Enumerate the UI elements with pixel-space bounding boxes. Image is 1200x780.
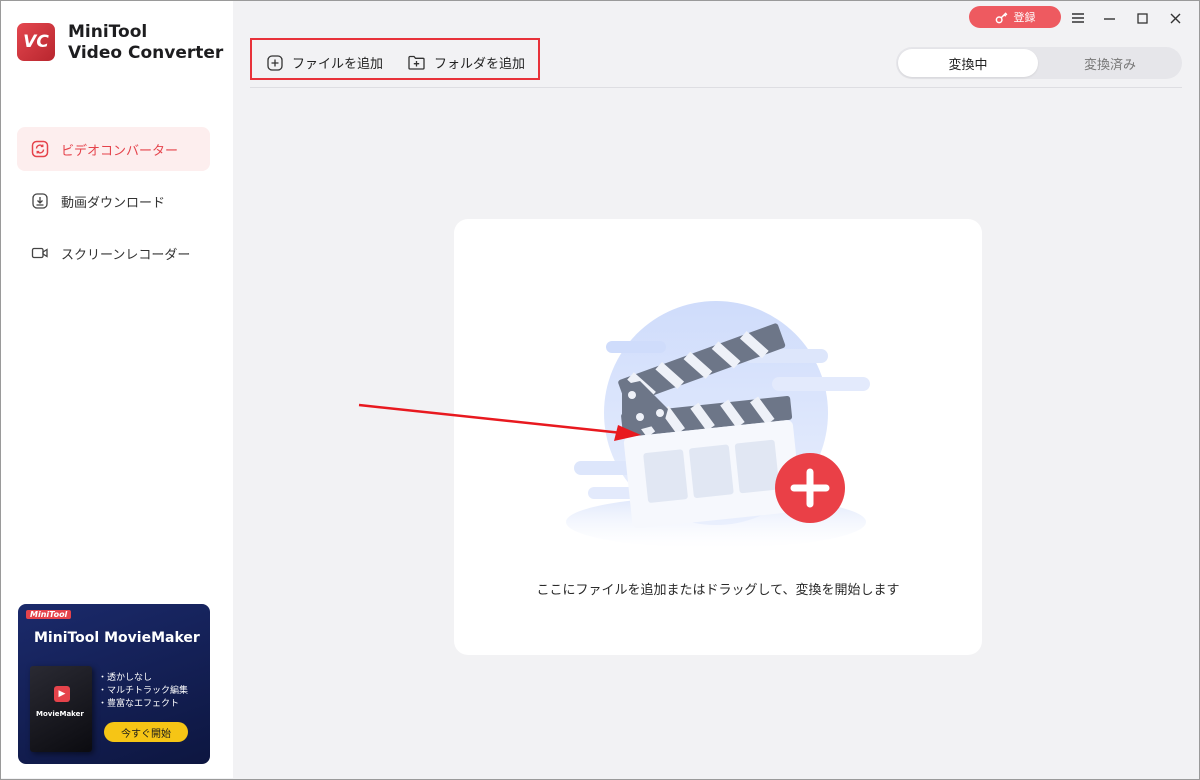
- annotation-arrow: [358, 403, 641, 441]
- promo-feature: ・豊富なエフェクト: [98, 699, 180, 709]
- app-logo: VC: [17, 23, 55, 61]
- promo-box-name: MovieMaker: [36, 710, 84, 718]
- maximize-icon[interactable]: [1133, 9, 1151, 27]
- convert-icon: [31, 140, 49, 158]
- promo-start-now-button[interactable]: 今すぐ開始: [104, 722, 188, 742]
- main-area: 登録 ファイルを追加 フォルダを追加 変換中 変換済み ここにファイルを追加また…: [234, 1, 1199, 779]
- promo-product-box: ▶ MovieMaker: [30, 666, 92, 752]
- sidebar-item-screen-recorder[interactable]: スクリーンレコーダー: [17, 231, 210, 275]
- promo-feature: ・透かしなし: [98, 673, 153, 683]
- sidebar-item-video-converter[interactable]: ビデオコンバーター: [17, 127, 210, 171]
- conversion-tabs: 変換中 変換済み: [896, 47, 1182, 79]
- promo-features: ・透かしなし ・マルチトラック編集 ・豊富なエフェクト: [98, 672, 188, 711]
- key-icon: [995, 11, 1007, 23]
- minimize-icon[interactable]: [1100, 9, 1118, 27]
- close-icon[interactable]: [1166, 9, 1184, 27]
- sidebar-item-label: 動画ダウンロード: [61, 195, 166, 211]
- drop-zone-hint: ここにファイルを追加またはドラッグして、変換を開始します: [536, 583, 900, 598]
- register-button[interactable]: 登録: [969, 6, 1061, 28]
- camera-icon: [31, 244, 49, 262]
- moviemaker-logo-icon: ▶: [54, 686, 70, 702]
- menu-icon[interactable]: [1069, 9, 1087, 27]
- add-file-icon: [267, 54, 283, 71]
- sidebar-nav: ビデオコンバーター 動画ダウンロード スクリーンレコーダー: [17, 127, 210, 283]
- app-title: MiniTool Video Converter: [68, 22, 223, 64]
- sidebar-item-video-download[interactable]: 動画ダウンロード: [17, 179, 210, 223]
- tab-converting[interactable]: 変換中: [898, 49, 1038, 77]
- register-label: 登録: [1013, 11, 1036, 24]
- promo-title: MiniTool MovieMaker: [34, 630, 200, 646]
- sidebar-item-label: ビデオコンバーター: [61, 143, 179, 159]
- tab-converted[interactable]: 変換済み: [1040, 49, 1180, 77]
- sidebar: VC MiniTool Video Converter ビデオコンバーター 動画…: [1, 1, 233, 778]
- sidebar-item-label: スクリーンレコーダー: [61, 247, 191, 263]
- moviemaker-promo-banner[interactable]: MiniTool MiniTool MovieMaker ▶ MovieMake…: [18, 604, 210, 764]
- app-title-line1: MiniTool: [68, 22, 148, 42]
- promo-brand-logo: MiniTool: [26, 610, 72, 619]
- promo-feature: ・マルチトラック編集: [98, 686, 189, 696]
- app-title-line2: Video Converter: [68, 43, 224, 63]
- download-icon: [31, 192, 49, 210]
